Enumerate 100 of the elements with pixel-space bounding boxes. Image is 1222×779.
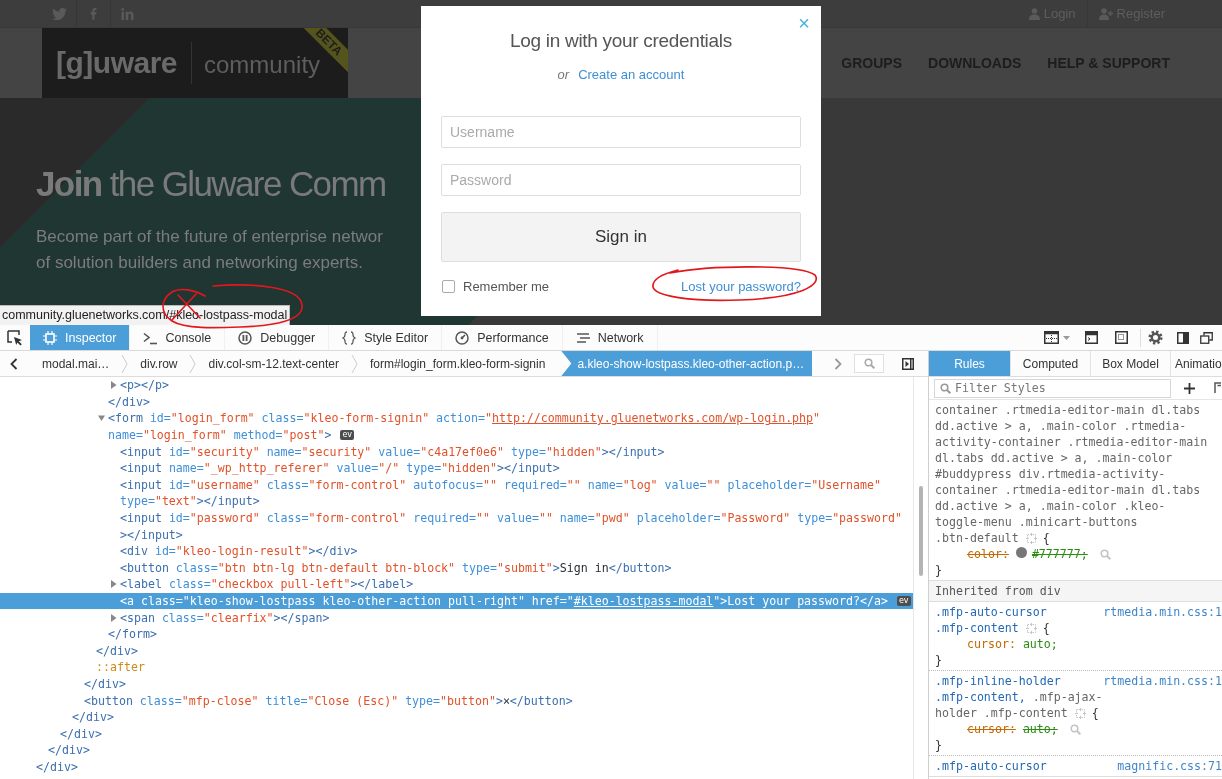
chevron-icon [189,353,197,374]
dotted-square-icon[interactable] [1115,331,1128,344]
disclosure-triangle-icon[interactable] [110,381,117,390]
open-brace: { [1042,621,1050,635]
settings-icon[interactable] [1148,330,1163,345]
css-selector: .btn-default [935,531,1019,545]
braces-icon [342,330,357,345]
plus-icon[interactable] [1184,382,1195,394]
link[interactable]: #kleo-lostpass-modal [573,594,714,608]
remember-checkbox[interactable] [442,279,455,293]
lost-password-link[interactable]: Lost your password? [681,278,801,294]
sidebar-tab[interactable]: Box Model [1091,351,1171,376]
css-selector: dd.active > a, .main-color .rtmedia- [935,419,1187,433]
markup-code: <button class="mfp-close" title="Close (Esc)" type="button">×</button> [84,693,573,708]
terminal-icon[interactable] [1085,331,1098,344]
css-selector: dd.active > a, .main-color .kleo- [935,499,1166,513]
close-brace: } [935,653,942,667]
remember-me-label[interactable]: Remember me [463,278,549,294]
markup-code: <input id="password" class="form-control" required="" value="" name="pwd" placeholder="Password" type="password" [120,511,902,526]
devtools-tab[interactable]: Inspector [30,325,131,350]
element-picker-icon[interactable] [7,329,23,346]
event-badge[interactable]: ev [340,430,355,441]
markup-code: type="text"></input> [120,494,260,509]
markup-code: </div> [60,726,102,741]
link[interactable]: http://community.gluenetworks.com/wp-login.php [491,411,814,426]
event-badge[interactable]: ev [896,596,911,606]
close-brace: } [935,563,942,577]
bracket-icon[interactable] [1214,382,1221,394]
markup-code: <span class="clearfix"></span> [120,610,330,625]
filter-styles-field[interactable]: Filter Styles [934,378,1171,398]
sidebar-tab[interactable]: Rules [929,351,1011,376]
prompt-icon [143,330,158,345]
disclosure-triangle-icon[interactable] [110,580,117,589]
css-declaration[interactable]: cursor: auto; [967,637,1058,651]
css-selector: .mfp-content, [935,690,1026,704]
devtools-tab[interactable]: Network [562,325,658,350]
detach-window-icon[interactable] [1200,331,1213,344]
window-grid-icon[interactable] [1044,331,1059,344]
scrollbar-thumb[interactable] [919,486,923,576]
user-icon [1028,7,1040,20]
disclosure-triangle-icon[interactable] [98,414,105,423]
stylesheet-link[interactable]: rtmedia.min.css:1 [1103,605,1222,619]
markup-code: <input id="username" class="form-control" autofocus="" required="" name="log" value="" placeholder="Username" [120,477,881,492]
css-selector: toggle-menu .minicart-buttons [935,515,1138,529]
markup-code: <label class="checkbox pull-left"></label> [120,577,414,592]
markup-code: </form> [108,627,157,642]
search-button[interactable] [854,354,884,373]
markup-code: <p></p> [120,378,169,393]
markup-code: </div> [36,759,78,774]
sidebar-tab[interactable]: Computed [1011,351,1091,376]
markup-code: <input id="security" name="security" value="c4a17ef0e6" type="hidden"></input> [120,444,665,459]
sidebar-tab[interactable]: Animatio [1171,351,1222,376]
markup-code: <div id="kleo-login-result"></div> [120,544,358,559]
devtools-tab[interactable]: Console [130,325,226,350]
css-selector: activity-container .rtmedia-editor-main [935,435,1208,449]
css-selector: .mfp-content [935,621,1019,635]
css-selector: .mfp-auto-cursor [935,605,1047,619]
css-selector: dl.tabs dd.active > a, .main-color [935,451,1173,465]
sidebar-toggle-icon[interactable] [902,357,914,370]
markup-code: ::after [96,660,145,675]
breadcrumb[interactable]: form#login_form.kleo-form-signin [357,351,558,376]
markup-code: <input name="_wp_http_referer" value="/" type="hidden"></input> [120,461,560,476]
color-swatch-icon[interactable] [1015,547,1027,558]
chevron-left-icon[interactable] [10,357,18,370]
or-text: or [557,66,570,84]
stylesheet-link[interactable]: magnific.css:71 [1117,759,1222,773]
chevron-icon [121,353,129,374]
chip-icon [43,330,57,345]
breadcrumb[interactable]: modal.mai… [30,351,122,376]
breadcrumb[interactable]: a.kleo-show-lostpass.kleo-other-action.p… [561,351,813,376]
caret-icon[interactable] [1063,335,1070,340]
user-plus-icon [1098,7,1113,20]
devtools-tab[interactable]: Debugger [225,325,330,350]
css-selector: #buddypress div.rtmedia-activity- [935,467,1166,481]
pause-circle-icon [238,330,253,345]
input-field[interactable]: Username [441,116,801,148]
markup-code: ></input> [120,527,183,542]
breadcrumb[interactable]: div.row [128,351,190,376]
markup-code: </div> [108,394,150,409]
markup-code: <button class="btn btn-lg btn-default btn-block" type="submit">Sign in</button> [120,560,672,575]
css-declaration[interactable]: color: #777777; [967,547,1088,561]
breadcrumb[interactable]: div.col-sm-12.text-center [196,351,351,376]
open-brace: { [1042,531,1050,545]
close-brace: } [935,738,942,752]
input-field[interactable]: Password [441,164,801,196]
stylesheet-link[interactable]: rtmedia.min.css:1 [1103,674,1222,688]
open-brace: { [1091,706,1099,720]
dock-side-icon[interactable] [1177,331,1189,344]
close-button[interactable]: × [796,12,812,34]
chevron-icon [350,353,358,374]
css-declaration[interactable]: cursor: auto; [967,722,1058,736]
create-account-link[interactable]: Create an account [578,65,685,85]
css-selector: container .rtmedia-editor-main dl.tabs [935,403,1201,417]
disclosure-triangle-icon[interactable] [110,613,117,622]
inherited-header: Inherited from div [929,581,1222,602]
devtools-tab[interactable]: Style Editor [329,325,443,350]
sign-in-button[interactable]: Sign in [441,212,801,262]
devtools-tab[interactable]: Performance [442,325,563,350]
chevron-right-icon[interactable] [834,357,842,370]
markup-code: </div> [48,743,90,758]
